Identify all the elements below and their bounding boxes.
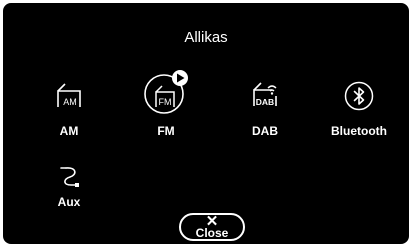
close-button[interactable]: ✕ Close <box>179 213 245 241</box>
svg-text:FM: FM <box>159 97 172 107</box>
bluetooth-icon <box>344 81 374 111</box>
source-label-aux: Aux <box>57 195 81 209</box>
dab-radio-icon: DAB <box>253 82 277 107</box>
source-label-fm: FM <box>157 124 175 138</box>
page-title: Allikas <box>184 29 228 46</box>
source-label-bluetooth: Bluetooth <box>331 124 387 138</box>
svg-text:DAB: DAB <box>256 97 274 107</box>
source-dab-button[interactable]: DAB DAB <box>225 81 305 143</box>
source-am-button[interactable]: AM AM <box>29 81 109 143</box>
aux-cable-icon <box>60 167 79 187</box>
svg-text:AM: AM <box>63 97 77 107</box>
source-aux-button[interactable]: Aux <box>34 163 104 225</box>
source-bluetooth-button[interactable]: Bluetooth <box>317 81 401 143</box>
source-fm-button[interactable]: FM FM <box>126 69 206 138</box>
source-label-dab: DAB <box>252 124 278 138</box>
source-label-am: AM <box>59 124 79 138</box>
source-selection-screen: Allikas AM AM FM FM DAB DAB Bluetooth Au… <box>3 3 409 244</box>
now-playing-icon <box>172 70 188 86</box>
am-radio-icon: AM <box>57 83 81 107</box>
close-label: Close <box>195 226 229 240</box>
fm-radio-icon: FM <box>144 70 188 114</box>
